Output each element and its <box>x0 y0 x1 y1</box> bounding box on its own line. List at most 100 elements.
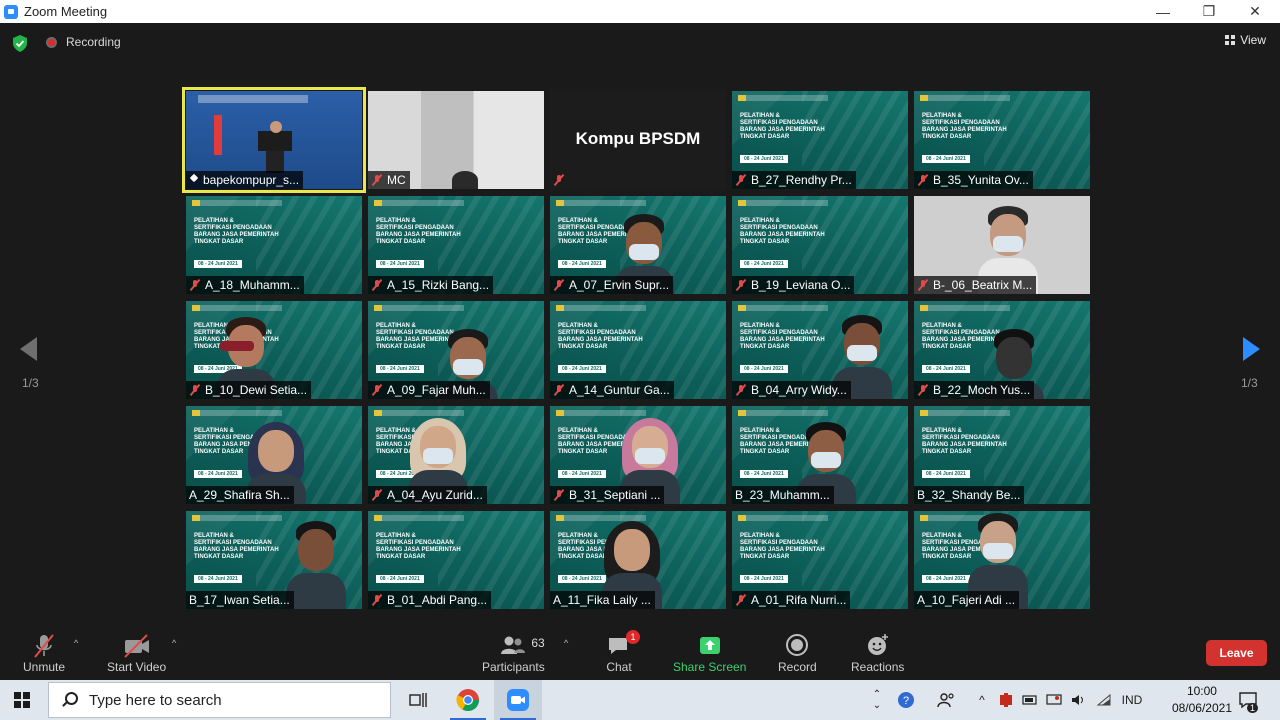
chat-button[interactable]: 1 Chat <box>606 630 640 674</box>
participant-tile[interactable]: PELATIHAN &SERTIFIKASI PENGADAANBARANG J… <box>732 301 908 399</box>
clock-time: 10:00 <box>1186 684 1217 698</box>
share-screen-icon <box>699 637 720 654</box>
previous-page-arrow-icon[interactable] <box>17 335 39 363</box>
video-options-caret-icon[interactable]: ^ <box>172 638 176 648</box>
unmute-button[interactable]: Unmute <box>23 632 65 674</box>
battery-tray-icon[interactable] <box>1020 680 1040 720</box>
display-tray-icon[interactable] <box>1044 680 1064 720</box>
task-view-icon <box>409 693 427 707</box>
participant-tile[interactable]: PELATIHAN &SERTIFIKASI PENGADAANBARANG J… <box>186 511 362 609</box>
muted-mic-icon <box>189 279 201 291</box>
audio-options-caret-icon[interactable]: ^ <box>74 638 78 648</box>
close-window-button[interactable]: ✕ <box>1232 0 1278 23</box>
slide-title-text: PELATIHAN &SERTIFIKASI PENGADAANBARANG J… <box>922 113 1007 140</box>
participant-name-label: B_31_Septiani ... <box>550 486 665 504</box>
muted-mic-icon <box>735 384 747 396</box>
task-view-button[interactable] <box>394 680 442 720</box>
participant-name-label: A_09_Fajar Muh... <box>368 381 490 399</box>
participant-tile[interactable]: PELATIHAN &SERTIFIKASI PENGADAANBARANG J… <box>914 91 1090 189</box>
taskbar-search-input[interactable] <box>89 691 369 709</box>
muted-mic-icon <box>735 279 747 291</box>
participant-name: A_29_Shafira Sh... <box>189 488 290 502</box>
participant-name-label: B_19_Leviana O... <box>732 276 855 294</box>
people-tray-icon[interactable] <box>934 680 958 720</box>
grid-view-icon <box>1225 35 1236 45</box>
participants-options-caret-icon[interactable]: ^ <box>564 638 568 648</box>
slide-date-text: 08 - 24 Juni 2021 <box>740 470 788 478</box>
muted-mic-icon <box>371 279 383 291</box>
slide-date-text: 08 - 24 Juni 2021 <box>922 365 970 373</box>
tray-scroll-arrows[interactable]: ⌃ ⌄ <box>868 680 886 720</box>
leave-button[interactable]: Leave <box>1206 640 1267 666</box>
reactions-button[interactable]: Reactions <box>851 632 904 674</box>
participant-tile[interactable]: PELATIHAN &SERTIFIKASI PENGADAANBARANG J… <box>914 301 1090 399</box>
slide-title-text: PELATIHAN &SERTIFIKASI PENGADAANBARANG J… <box>558 323 643 350</box>
taskbar-zoom-app[interactable] <box>494 680 542 720</box>
participant-tile[interactable]: PELATIHAN &SERTIFIKASI PENGADAANBARANG J… <box>732 196 908 294</box>
antivirus-tray-icon[interactable] <box>996 680 1016 720</box>
participant-tile[interactable]: B-_06_Beatrix M... <box>914 196 1090 294</box>
start-video-button[interactable]: Start Video <box>107 632 166 674</box>
participant-display-text: Kompu BPSDM <box>575 129 701 148</box>
participant-name: A_07_Ervin Supr... <box>569 278 670 292</box>
participant-name: B_22_Moch Yus... <box>933 383 1031 397</box>
participant-name: A_14_Guntur Ga... <box>569 383 670 397</box>
participant-tile[interactable]: PELATIHAN &SERTIFIKASI PENGADAANBARANG J… <box>368 301 544 399</box>
minimize-button[interactable]: — <box>1140 0 1186 23</box>
volume-tray-icon[interactable] <box>1068 680 1088 720</box>
record-button[interactable]: Record <box>778 632 817 674</box>
participant-tile[interactable]: PELATIHAN &SERTIFIKASI PENGADAANBARANG J… <box>732 91 908 189</box>
slide-date-text: 08 - 24 Juni 2021 <box>740 155 788 163</box>
slide-date-text: 08 - 24 Juni 2021 <box>376 260 424 268</box>
participant-name-label: B_01_Abdi Pang... <box>368 591 492 609</box>
participant-name-label <box>550 171 569 189</box>
participant-name-label: B_17_Iwan Setia... <box>186 591 294 609</box>
participant-tile[interactable]: PELATIHAN &SERTIFIKASI PENGADAANBARANG J… <box>368 406 544 504</box>
participant-tile[interactable]: Kompu BPSDM <box>550 91 726 189</box>
share-screen-button[interactable]: Share Screen <box>673 632 746 674</box>
participant-tile[interactable]: PELATIHAN &SERTIFIKASI PENGADAANBARANG J… <box>550 196 726 294</box>
participant-tile[interactable]: PELATIHAN &SERTIFIKASI PENGADAANBARANG J… <box>550 301 726 399</box>
show-hidden-icons-chevron-icon[interactable]: ^ <box>972 680 992 720</box>
slide-date-text: 08 - 24 Juni 2021 <box>740 260 788 268</box>
slide-date-text: 08 - 24 Juni 2021 <box>740 365 788 373</box>
recording-indicator-icon <box>46 37 57 48</box>
taskbar-search-box[interactable] <box>48 682 391 718</box>
participant-tile[interactable]: PELATIHAN &SERTIFIKASI PENGADAANBARANG J… <box>368 196 544 294</box>
participant-tile[interactable]: PELATIHAN &SERTIFIKASI PENGADAANBARANG J… <box>550 511 726 609</box>
windows-start-icon[interactable] <box>14 692 30 708</box>
participant-tile[interactable]: PELATIHAN &SERTIFIKASI PENGADAANBARANG J… <box>550 406 726 504</box>
title-bar: Zoom Meeting — ❐ ✕ <box>0 0 1280 23</box>
view-button[interactable]: View <box>1225 33 1266 47</box>
wifi-tray-icon[interactable] <box>1094 680 1114 720</box>
chat-unread-badge: 1 <box>626 630 640 644</box>
participant-tile[interactable]: bapekompupr_s... <box>182 87 366 193</box>
taskbar-chrome-app[interactable] <box>444 680 492 720</box>
participant-tile[interactable]: PELATIHAN &SERTIFIKASI PENGADAANBARANG J… <box>732 406 908 504</box>
participant-name-label: B_35_Yunita Ov... <box>914 171 1033 189</box>
participant-name-label: B_22_Moch Yus... <box>914 381 1035 399</box>
participant-tile[interactable]: PELATIHAN &SERTIFIKASI PENGADAANBARANG J… <box>732 511 908 609</box>
taskbar-clock[interactable]: 10:00 08/06/2021 <box>1172 683 1232 717</box>
language-indicator[interactable]: IND <box>1118 680 1146 720</box>
restore-button[interactable]: ❐ <box>1186 0 1232 23</box>
participant-tile[interactable]: PELATIHAN &SERTIFIKASI PENGADAANBARANG J… <box>368 511 544 609</box>
next-page-arrow-icon[interactable] <box>1241 335 1263 363</box>
slide-title-text: PELATIHAN &SERTIFIKASI PENGADAANBARANG J… <box>740 218 825 245</box>
pin-icon <box>189 175 199 185</box>
participant-tile[interactable]: PELATIHAN &SERTIFIKASI PENGADAANBARANG J… <box>186 301 362 399</box>
participant-name: B_35_Yunita Ov... <box>933 173 1029 187</box>
slide-date-text: 08 - 24 Juni 2021 <box>376 365 424 373</box>
participants-button[interactable]: 63 Participants <box>482 632 545 674</box>
muted-mic-icon <box>917 279 929 291</box>
help-tray-icon[interactable]: ? <box>894 680 918 720</box>
participant-tile[interactable]: PELATIHAN &SERTIFIKASI PENGADAANBARANG J… <box>186 196 362 294</box>
participant-tile[interactable]: PELATIHAN &SERTIFIKASI PENGADAANBARANG J… <box>186 406 362 504</box>
muted-mic-icon <box>371 174 383 186</box>
participant-tile[interactable]: PELATIHAN &SERTIFIKASI PENGADAANBARANG J… <box>914 406 1090 504</box>
notification-center-button[interactable]: 1 <box>1236 680 1260 720</box>
participant-tile[interactable]: MC <box>368 91 544 189</box>
encryption-shield-icon[interactable] <box>12 35 28 52</box>
participant-tile[interactable]: PELATIHAN &SERTIFIKASI PENGADAANBARANG J… <box>914 511 1090 609</box>
muted-mic-icon <box>553 174 565 186</box>
